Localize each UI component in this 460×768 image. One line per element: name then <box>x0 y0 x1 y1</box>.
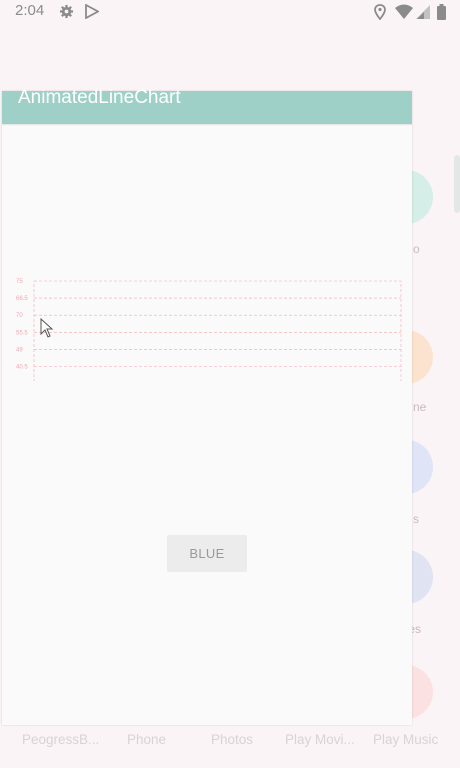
mouse-cursor-icon <box>40 318 54 338</box>
battery-icon <box>437 4 446 20</box>
chart-frame <box>33 280 402 381</box>
app-label: ne <box>413 400 427 414</box>
status-bar: 2:04 <box>0 0 460 24</box>
chart-y-axis: 7566.57055.54940.53425.51510.5 <box>16 279 28 371</box>
launcher-dock: PeogressB... Phone Photos Play Movi... P… <box>0 728 460 758</box>
blue-button[interactable]: BLUE <box>167 535 247 572</box>
line-chart[interactable]: 7566.57055.54940.53425.51510.5 201620172… <box>2 181 412 381</box>
play-store-icon <box>85 4 99 19</box>
dock-item[interactable]: PeogressB... <box>22 732 99 747</box>
y-tick-label: 49 <box>16 347 23 353</box>
location-icon <box>374 4 386 20</box>
app-title: AnimatedLineChart <box>18 87 181 108</box>
dock-item[interactable]: Play Movi... <box>285 732 355 747</box>
y-tick-label: 75 <box>16 279 23 285</box>
signal-icon <box>416 4 430 19</box>
chart-grid <box>33 280 402 381</box>
app-label: o <box>413 242 420 256</box>
app-bar: AnimatedLineChart <box>2 87 412 124</box>
y-tick-label: 40.5 <box>16 365 28 371</box>
dock-item[interactable]: Photos <box>211 732 253 747</box>
y-tick-label: 55.5 <box>16 330 28 336</box>
status-time: 2:04 <box>15 2 45 19</box>
app-label: s <box>413 512 419 526</box>
gear-icon <box>59 4 74 19</box>
dock-item[interactable]: Play Music <box>373 732 438 747</box>
y-tick-label: 66.5 <box>16 296 28 302</box>
app-bar-shadow <box>2 124 412 126</box>
dock-item[interactable]: Phone <box>127 732 166 747</box>
app-window: AnimatedLineChart 7566.57055.54940.53425… <box>2 87 412 725</box>
y-tick-label: 70 <box>16 313 23 319</box>
wifi-icon <box>395 4 413 19</box>
